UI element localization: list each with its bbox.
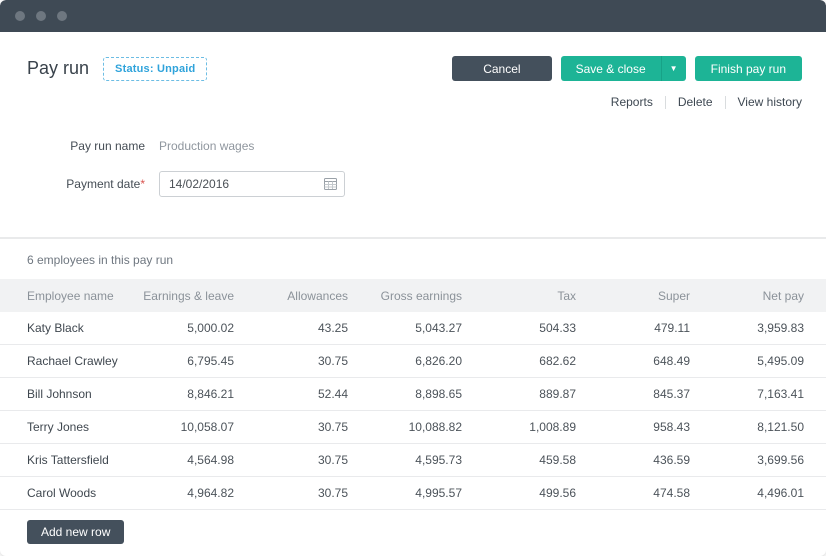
amount-cell: 958.43 [598, 410, 712, 444]
amount-cell: 10,058.07 [142, 410, 256, 444]
table-row[interactable]: Katy Black 5,000.02 43.25 5,043.27 504.33 479… [0, 312, 826, 345]
column-header: Net pay [712, 279, 826, 312]
amount-cell: 682.62 [484, 344, 598, 378]
status-badge: Status: Unpaid [103, 56, 208, 81]
amount-cell: 5,000.02 [142, 312, 256, 345]
table-row[interactable]: Carol Woods 4,964.82 30.75 4,995.57 499.56 47… [0, 476, 826, 510]
page-header: Pay run Status: Unpaid Cancel Save & clo… [0, 32, 826, 81]
required-asterisk: * [140, 177, 145, 191]
amount-cell: 4,595.73 [370, 443, 484, 477]
amount-cell: 3,699.56 [712, 443, 826, 477]
amount-cell: 1,008.89 [484, 410, 598, 444]
table-body: Katy Black 5,000.02 43.25 5,043.27 504.33 479… [0, 312, 826, 510]
amount-cell: 52.44 [256, 377, 370, 411]
amount-cell: 648.49 [598, 344, 712, 378]
save-close-dropdown-button[interactable]: ▼ [660, 56, 686, 81]
employee-name-cell: Bill Johnson [0, 377, 142, 411]
window-control-dot-1[interactable] [15, 11, 25, 21]
amount-cell: 889.87 [484, 377, 598, 411]
column-header: Tax [484, 279, 598, 312]
secondary-links-row: Reports Delete View history [0, 81, 826, 109]
calendar-icon[interactable] [324, 177, 337, 190]
amount-cell: 4,496.01 [712, 476, 826, 510]
header-actions: Cancel Save & close ▼ Finish pay run [452, 56, 802, 81]
amount-cell: 845.37 [598, 377, 712, 411]
pay-run-window: Pay run Status: Unpaid Cancel Save & clo… [0, 0, 826, 556]
column-header: Allowances [256, 279, 370, 312]
window-titlebar [0, 0, 826, 32]
amount-cell: 499.56 [484, 476, 598, 510]
table-row[interactable]: Terry Jones 10,058.07 30.75 10,088.82 1,008.… [0, 410, 826, 444]
amount-cell: 504.33 [484, 312, 598, 345]
amount-cell: 479.11 [598, 312, 712, 345]
amount-cell: 436.59 [598, 443, 712, 477]
add-new-row-button[interactable]: Add new row [27, 520, 125, 544]
amount-cell: 30.75 [256, 410, 370, 444]
amount-cell: 8,121.50 [712, 410, 826, 444]
pay-run-form: Pay run name Production wages Payment da… [0, 109, 826, 197]
payment-date-label: Payment date* [66, 177, 145, 191]
pay-run-name-value: Production wages [159, 139, 255, 153]
finish-pay-run-button[interactable]: Finish pay run [694, 56, 802, 81]
amount-cell: 3,959.83 [712, 312, 826, 345]
amount-cell: 30.75 [256, 443, 370, 477]
amount-cell: 474.58 [598, 476, 712, 510]
save-close-split-button: Save & close ▼ [560, 56, 686, 81]
payment-date-row: Payment date* [0, 171, 826, 197]
chevron-down-icon: ▼ [669, 64, 678, 73]
amount-cell: 459.58 [484, 443, 598, 477]
amount-cell: 30.75 [256, 476, 370, 510]
table-row[interactable]: Kris Tattersfield 4,564.98 30.75 4,595.73 45… [0, 443, 826, 477]
amount-cell: 4,995.57 [370, 476, 484, 510]
column-header: Earnings & leave [142, 279, 256, 312]
delete-link[interactable]: Delete [678, 95, 713, 109]
window-control-dot-3[interactable] [57, 11, 67, 21]
view-history-link[interactable]: View history [738, 95, 802, 109]
pay-run-name-row: Pay run name Production wages [0, 134, 826, 158]
column-header: Gross earnings [370, 279, 484, 312]
amount-cell: 7,163.41 [712, 377, 826, 411]
reports-link[interactable]: Reports [611, 95, 653, 109]
payment-date-input[interactable] [159, 171, 345, 197]
amount-cell: 6,795.45 [142, 344, 256, 378]
amount-cell: 30.75 [256, 344, 370, 378]
table-row[interactable]: Bill Johnson 8,846.21 52.44 8,898.65 889.87 8… [0, 377, 826, 411]
column-header: Employee name [0, 279, 142, 312]
table-header-row: Employee name Earnings & leave Allowances G… [0, 279, 826, 312]
employee-count-text: 6 employees in this pay run [27, 253, 174, 267]
cancel-button[interactable]: Cancel [452, 56, 552, 81]
pay-run-name-label: Pay run name [70, 139, 145, 153]
employee-name-cell: Rachael Crawley [0, 344, 142, 378]
save-close-button[interactable]: Save & close [560, 56, 661, 81]
amount-cell: 4,564.98 [142, 443, 256, 477]
amount-cell: 5,043.27 [370, 312, 484, 345]
amount-cell: 5,495.09 [712, 344, 826, 378]
amount-cell: 43.25 [256, 312, 370, 345]
employee-name-cell: Kris Tattersfield [0, 443, 142, 477]
link-separator [724, 95, 726, 109]
column-header: Super [598, 279, 712, 312]
employee-name-cell: Katy Black [0, 312, 142, 345]
window-control-dot-2[interactable] [36, 11, 46, 21]
employee-name-cell: Carol Woods [0, 476, 142, 510]
amount-cell: 4,964.82 [142, 476, 256, 510]
page-title: Pay run [27, 58, 90, 78]
table-row[interactable]: Rachael Crawley 6,795.45 30.75 6,826.20 682.… [0, 344, 826, 378]
payment-date-field-wrap [159, 171, 345, 197]
amount-cell: 6,826.20 [370, 344, 484, 378]
amount-cell: 10,088.82 [370, 410, 484, 444]
employee-name-cell: Terry Jones [0, 410, 142, 444]
link-separator [664, 95, 666, 109]
amount-cell: 8,846.21 [142, 377, 256, 411]
pay-run-table: Employee name Earnings & leave Allowances G… [0, 279, 826, 510]
amount-cell: 8,898.65 [370, 377, 484, 411]
